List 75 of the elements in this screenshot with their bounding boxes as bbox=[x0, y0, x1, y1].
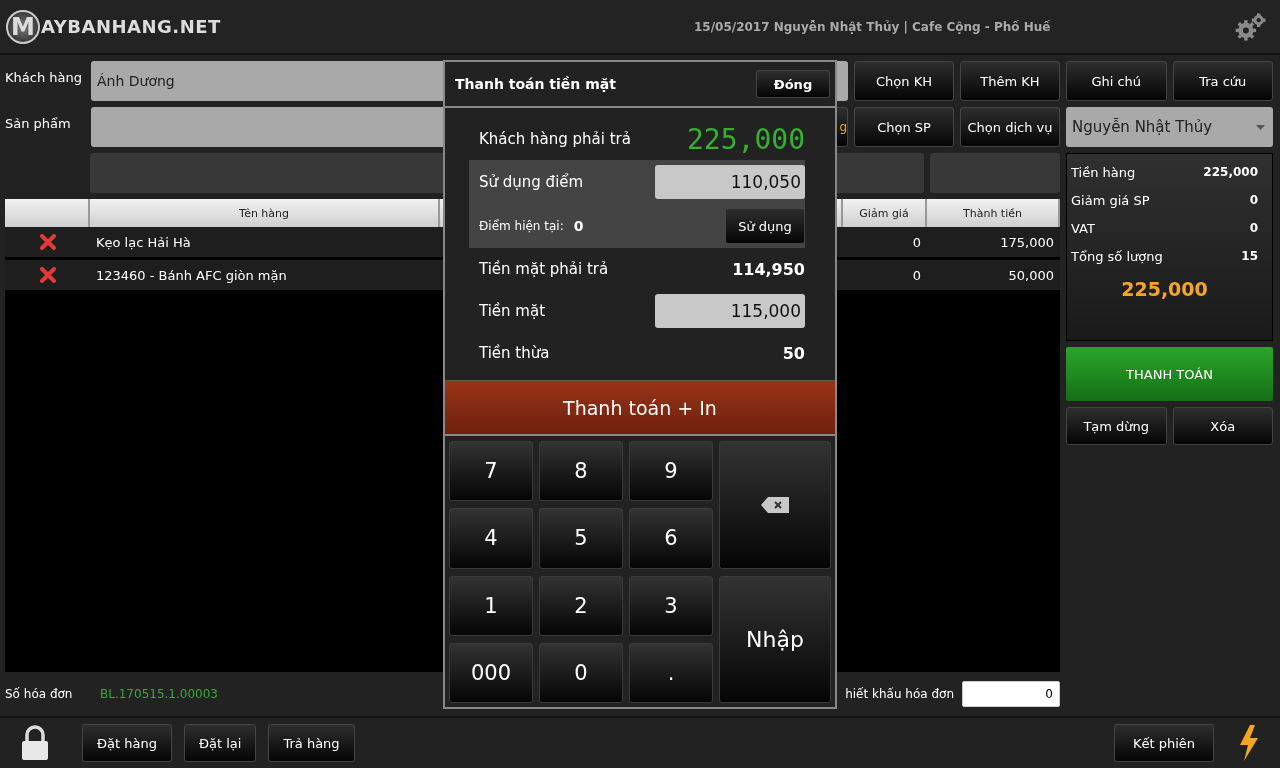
amount-label: Khách hàng phải trả bbox=[479, 130, 631, 148]
change-value: 50 bbox=[782, 343, 805, 363]
table-cell-text: 123460 - Bánh AFC giòn mặn bbox=[95, 266, 288, 285]
summary-value: 0 bbox=[1249, 193, 1258, 207]
delete-icon[interactable] bbox=[39, 267, 56, 283]
pay-print-button[interactable]: Thanh toán + In bbox=[445, 380, 835, 436]
current-points: 0 bbox=[573, 218, 584, 234]
keypad-key[interactable]: 7 bbox=[449, 441, 533, 502]
backspace-icon bbox=[760, 495, 790, 514]
current-points-label: Điểm hiện tại: bbox=[479, 219, 564, 233]
field-label: Khách hàng bbox=[5, 69, 83, 85]
keypad-key[interactable]: 000 bbox=[449, 642, 533, 703]
table-cell-text: 0 bbox=[911, 266, 922, 285]
action-button[interactable]: Xóa bbox=[1172, 407, 1273, 445]
footer-button[interactable]: Kết phiên bbox=[1113, 724, 1214, 762]
change-label: Tiền thừa bbox=[479, 344, 550, 362]
dialog-title: Thanh toán tiền mặt bbox=[455, 76, 616, 92]
footer-button[interactable]: Đặt hàng bbox=[82, 724, 172, 762]
action-button[interactable]: Tra cứu bbox=[1172, 61, 1273, 101]
keypad-key[interactable]: 1 bbox=[449, 575, 533, 636]
discount-label: hiết khấu hóa đơn bbox=[845, 687, 954, 701]
session-info: 15/05/2017 Nguyễn Nhật Thủy | Cafe Cộng - Phố Huế bbox=[694, 19, 1052, 34]
footer-button[interactable]: Trả hàng bbox=[268, 724, 355, 762]
summary-value: 225,000 bbox=[1203, 165, 1258, 179]
action-button[interactable]: Ghi chú bbox=[1066, 61, 1167, 101]
action-button[interactable]: Chọn SP bbox=[854, 107, 954, 147]
footer-button[interactable]: Đặt lại bbox=[183, 724, 257, 762]
summary-label: Giảm giá SP bbox=[1071, 192, 1150, 208]
cash-label: Tiền mặt bbox=[479, 302, 546, 320]
table-cell-text: 50,000 bbox=[1007, 266, 1055, 285]
points-label: Sử dụng điểm bbox=[479, 173, 584, 191]
invoice-number: BL.170515.1.00003 bbox=[100, 687, 218, 701]
invoice-label: Số hóa đơn bbox=[5, 687, 74, 701]
enter-key[interactable]: Nhập bbox=[719, 575, 831, 703]
keypad-key[interactable]: 4 bbox=[449, 508, 533, 569]
summary-value: 15 bbox=[1241, 249, 1258, 263]
action-button[interactable]: Chọn dịch vụ bbox=[960, 107, 1060, 147]
action-button[interactable]: Thêm KH bbox=[960, 61, 1060, 101]
summary-label: Tổng số lượng bbox=[1071, 248, 1163, 264]
keypad-key[interactable]: 0 bbox=[539, 642, 623, 703]
points-field[interactable]: 110,050 bbox=[655, 165, 805, 199]
keypad-key[interactable]: 5 bbox=[539, 508, 623, 569]
discount-field[interactable]: 0 bbox=[962, 681, 1060, 707]
keypad-key[interactable]: 2 bbox=[539, 575, 623, 636]
table-cell-text: 175,000 bbox=[999, 233, 1055, 252]
keypad-key[interactable]: . bbox=[629, 642, 713, 703]
table-cell-text: Kẹo lạc Hải Hà bbox=[95, 233, 192, 252]
keypad-key[interactable]: 9 bbox=[629, 441, 713, 502]
cash-due-value: 114,950 bbox=[732, 259, 805, 279]
action-button[interactable]: Tạm dừng bbox=[1066, 407, 1167, 445]
delete-icon[interactable] bbox=[39, 234, 56, 250]
cash-field[interactable]: 115,000 bbox=[655, 294, 805, 328]
cash-due-label: Tiền mặt phải trả bbox=[479, 260, 609, 278]
logo-text: AYBANHANG.NET bbox=[41, 16, 221, 37]
lock-icon[interactable] bbox=[20, 725, 50, 761]
keypad-key[interactable]: 8 bbox=[539, 441, 623, 502]
pay-button[interactable]: THANH TOÁN bbox=[1066, 347, 1273, 401]
logo-badge: M bbox=[6, 9, 40, 44]
summary-value: 0 bbox=[1249, 221, 1258, 235]
close-button[interactable]: Đóng bbox=[756, 70, 830, 98]
lightning-icon[interactable] bbox=[1238, 725, 1260, 761]
summary-label: VAT bbox=[1071, 220, 1095, 236]
keypad-key[interactable]: 3 bbox=[629, 575, 713, 636]
use-points-button[interactable]: Sử dụng bbox=[725, 208, 805, 244]
backspace-key[interactable] bbox=[719, 441, 831, 569]
table-cell-text: 0 bbox=[911, 233, 922, 252]
staff-dropdown[interactable]: Nguyễn Nhật Thủy bbox=[1066, 107, 1273, 147]
caret-icon bbox=[1256, 124, 1265, 130]
keypad-key[interactable]: 6 bbox=[629, 508, 713, 569]
settings-icon[interactable] bbox=[1234, 11, 1268, 42]
amount-due: 225,000 bbox=[687, 122, 805, 156]
summary-label: Tiền hàng bbox=[1071, 164, 1136, 180]
field-label: Sản phẩm bbox=[5, 115, 72, 131]
action-button[interactable]: Chọn KH bbox=[854, 61, 954, 101]
total-amount: 225,000 bbox=[1120, 278, 1209, 300]
